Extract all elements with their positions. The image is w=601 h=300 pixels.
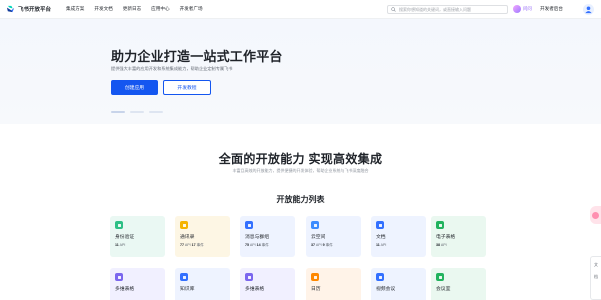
capability-card-events: 9	[322, 243, 325, 247]
capability-card-name: 多维表格	[245, 287, 265, 292]
capability-card-name: 身份验证	[115, 235, 135, 240]
capability-card-meta: 11 API	[376, 243, 421, 247]
capability-card-api-unit: API	[119, 243, 126, 247]
capability-card[interactable]: 视频会议	[371, 268, 426, 300]
carousel-indicators	[111, 111, 168, 113]
capability-card-meta: 11 API	[115, 243, 160, 247]
menu-item-app-center[interactable]: 应用中心	[151, 6, 169, 12]
capability-card-name: 消息与群组	[245, 235, 269, 240]
capability-card-api: 11	[115, 243, 119, 247]
menu-item-developer-plaza[interactable]: 开发者广场	[180, 6, 203, 12]
capability-card-name: 文档	[376, 235, 386, 240]
top-nav: 飞书开放平台 集成方案 开发文档 更新日志 应用中心 开发者广场 问问 开发者后…	[0, 0, 601, 19]
capability-card[interactable]: 云空间 37 API 9 事件	[306, 216, 361, 257]
capability-card[interactable]: 知识库	[175, 268, 230, 300]
capability-card-name: 通讯录	[180, 235, 195, 240]
capability-card-meta: 38 API	[436, 243, 481, 247]
capability-card-meta: 77 API 17 事件	[180, 243, 225, 248]
capability-card-events: 17	[191, 243, 196, 247]
capability-card-name: 视频会议	[376, 287, 396, 292]
capability-card-events-unit: 事件	[325, 243, 333, 247]
capability-card[interactable]: 通讯录 77 API 17 事件	[175, 216, 230, 257]
capability-card-events: 14	[256, 243, 261, 247]
logo[interactable]: 飞书开放平台	[6, 5, 58, 13]
capability-card[interactable]: 文档 11 API	[371, 216, 426, 257]
carousel-dot[interactable]	[130, 111, 144, 113]
section-subtitle: 丰富且高效的开放能力，提供便捷的开发体验，帮助企业系统与飞书深度融合	[232, 168, 369, 173]
capability-card-api: 37	[311, 243, 315, 247]
capability-card[interactable]: 日历	[306, 268, 361, 300]
capability-card-name: 日历	[311, 287, 321, 292]
id-card-icon	[115, 221, 123, 229]
capability-card-api-unit: API	[315, 243, 322, 247]
capability-card-api: 75	[245, 243, 249, 247]
carousel-dot[interactable]	[111, 111, 125, 113]
capability-card-name: 电子表格	[436, 235, 456, 240]
hero-banner: 助力企业打造一站式工作平台 提供强大丰富的应用开发和系统集成能力，帮助企业定制专…	[0, 19, 601, 124]
create-app-button[interactable]: 创建应用	[111, 80, 158, 95]
video-icon	[376, 273, 384, 281]
side-tool-char: 文	[594, 262, 598, 267]
calendar-icon	[311, 273, 319, 281]
capability-card-api-unit: API	[249, 243, 256, 247]
capability-card[interactable]: 会议室	[431, 268, 486, 300]
capability-card-meta: 75 API 14 事件	[245, 243, 290, 248]
base-icon	[115, 273, 123, 281]
capability-card-meta: 37 API 9 事件	[311, 243, 356, 248]
capability-card-name: 知识库	[180, 287, 195, 292]
menu-item-solutions[interactable]: 集成方案	[66, 6, 84, 12]
feishu-logo-icon	[6, 5, 15, 13]
main-menu: 集成方案 开发文档 更新日志 应用中心 开发者广场	[66, 6, 213, 12]
capability-card[interactable]: 电子表格 38 API	[431, 216, 486, 257]
capability-list-title: 开放能力列表	[276, 195, 325, 204]
wiki-icon	[180, 273, 188, 281]
cloud-icon	[311, 221, 319, 229]
search-icon	[391, 7, 396, 12]
ai-assistant-label: 问问	[523, 6, 532, 11]
tutorial-button[interactable]: 开发教程	[163, 80, 211, 95]
capability-card-events-unit: 事件	[196, 243, 204, 247]
capability-card-api-unit: API	[440, 243, 447, 247]
capability-card-name: 会议室	[436, 287, 451, 292]
assistant-icon	[592, 211, 599, 219]
capability-card-name: 多维表格	[115, 287, 135, 292]
developer-console-link[interactable]: 开发者后台	[540, 6, 563, 12]
capability-card-name: 云空间	[311, 235, 326, 240]
capability-card-events-unit: 事件	[261, 243, 269, 247]
logo-text: 飞书开放平台	[18, 7, 52, 13]
base-icon	[245, 273, 253, 281]
hero-title: 助力企业打造一站式工作平台	[111, 49, 283, 64]
capability-card[interactable]: 多维表格	[240, 268, 295, 300]
doc-icon	[376, 221, 384, 229]
contacts-icon	[180, 221, 188, 229]
capability-card[interactable]: 身份验证 11 API	[110, 216, 165, 257]
avatar-icon	[585, 6, 592, 14]
floating-assistant-button[interactable]	[590, 206, 601, 224]
side-toolbar[interactable]: 文 档	[590, 256, 601, 300]
menu-item-docs[interactable]: 开发文档	[94, 6, 112, 12]
side-tool-char: 档	[594, 274, 598, 279]
menu-item-changelog[interactable]: 更新日志	[123, 6, 141, 12]
capability-card-api: 11	[376, 243, 380, 247]
ai-assistant-button[interactable]: 问问	[513, 5, 532, 13]
capability-card[interactable]: 多维表格	[110, 268, 165, 300]
section-title: 全面的开放能力 实现高效集成	[218, 152, 383, 166]
search-box[interactable]	[387, 5, 508, 14]
room-icon	[436, 273, 444, 281]
capability-card-api-unit: API	[380, 243, 387, 247]
carousel-dot[interactable]	[149, 111, 163, 113]
search-input[interactable]	[399, 7, 504, 12]
message-icon	[245, 221, 253, 229]
capability-card-api: 77	[180, 243, 184, 247]
avatar[interactable]	[583, 4, 594, 15]
capability-card[interactable]: 消息与群组 75 API 14 事件	[240, 216, 295, 257]
capability-card-api-unit: API	[184, 243, 191, 247]
capability-card-api: 38	[436, 243, 440, 247]
hero-subtitle: 提供强大丰富的应用开发和系统集成能力，帮助企业定制专属飞书	[111, 66, 233, 71]
ai-assistant-icon	[513, 5, 521, 13]
sheet-icon	[436, 221, 444, 229]
